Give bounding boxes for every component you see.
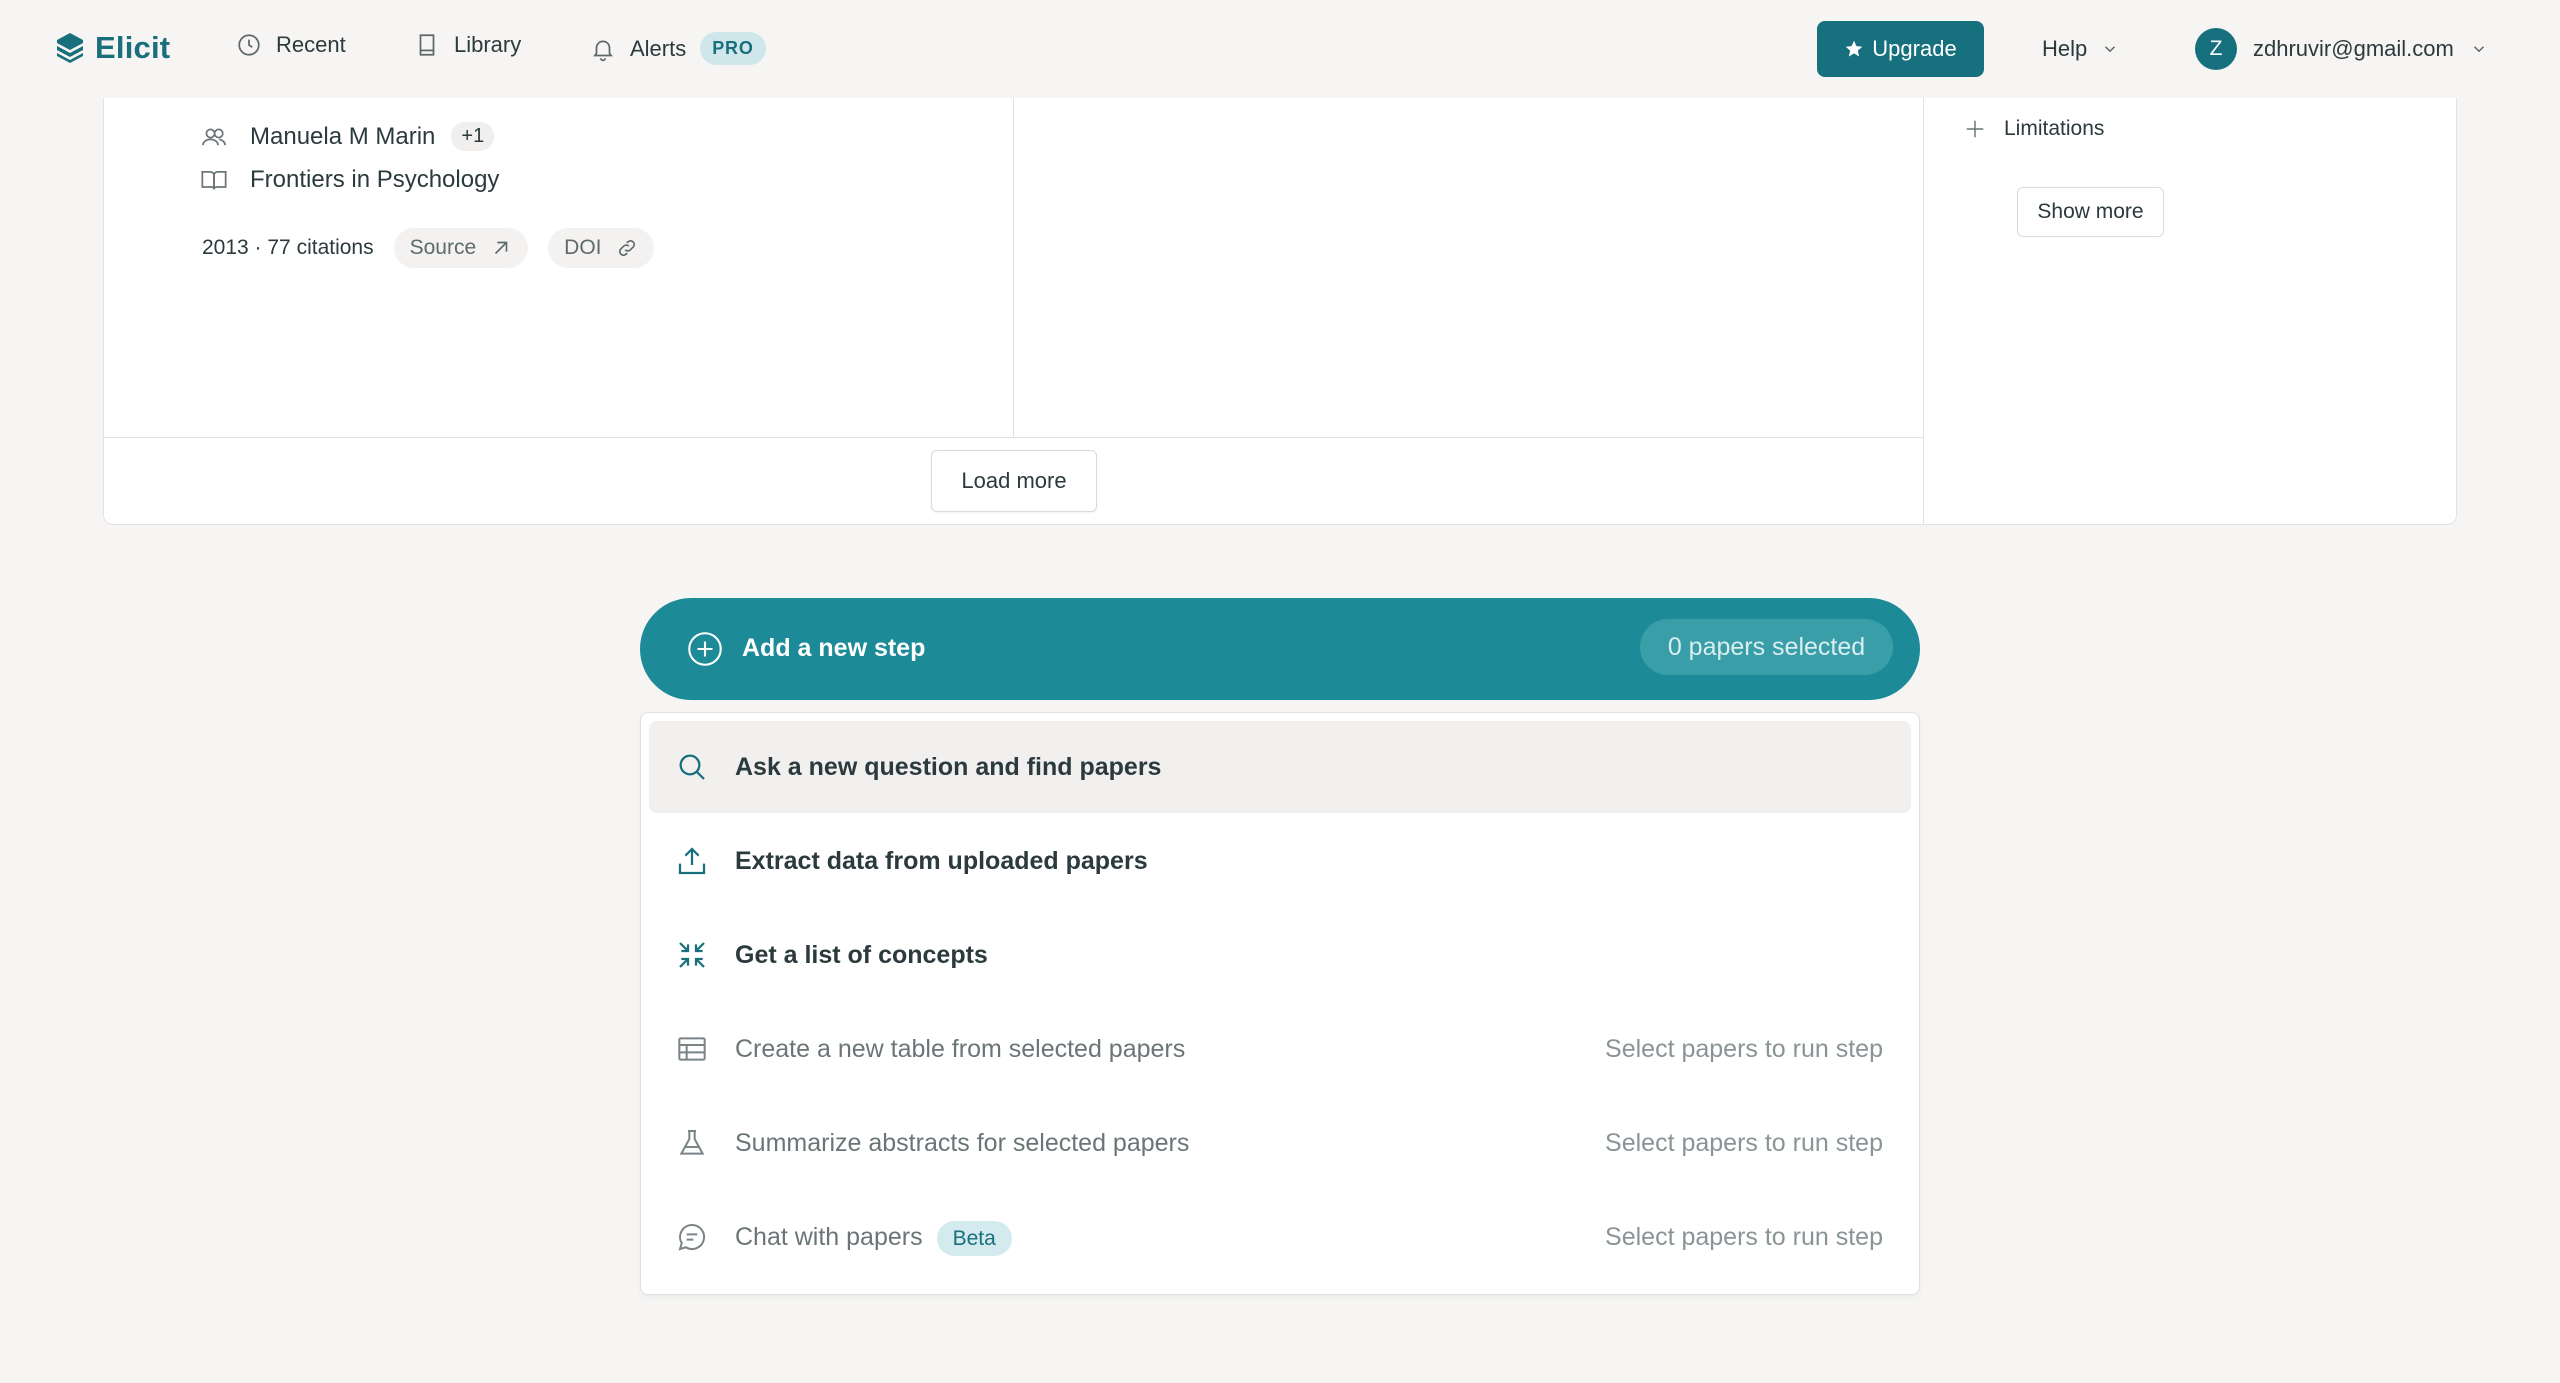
help-menu[interactable]: Help bbox=[2042, 36, 2119, 62]
chat-label: Chat with papers bbox=[735, 1222, 923, 1251]
add-step-label: Add a new step bbox=[742, 634, 926, 662]
elicit-logo[interactable]: Elicit bbox=[55, 30, 170, 66]
chevron-down-icon bbox=[2105, 46, 2116, 53]
step-menu: Ask a new question and find papers Extra… bbox=[640, 712, 1920, 1295]
menu-item-summarize[interactable]: Summarize abstracts for selected papers … bbox=[649, 1097, 1911, 1189]
avatar: Z bbox=[2195, 28, 2237, 70]
menu-item-extract-data[interactable]: Extract data from uploaded papers bbox=[649, 815, 1911, 907]
source-label: Source bbox=[409, 236, 477, 259]
elicit-logo-icon bbox=[57, 33, 83, 63]
more-authors-badge[interactable]: +1 bbox=[451, 122, 495, 151]
doi-link[interactable]: DOI bbox=[548, 228, 654, 268]
paper-authors: Manuela M Marin +1 bbox=[200, 122, 495, 151]
papers-selected-badge: 0 papers selected bbox=[1640, 619, 1893, 675]
row-divider bbox=[104, 437, 1923, 438]
author-names[interactable]: Manuela M Marin bbox=[250, 123, 435, 151]
menu-item-label: Summarize abstracts for selected papers bbox=[735, 1128, 1190, 1157]
nav-alerts[interactable]: Alerts PRO bbox=[590, 32, 766, 65]
load-more-button[interactable]: Load more bbox=[931, 450, 1097, 512]
plus-icon bbox=[1966, 120, 1984, 138]
source-link[interactable]: Source bbox=[393, 228, 529, 268]
paper-journal: Frontiers in Psychology bbox=[200, 166, 499, 194]
limitations-column-toggle[interactable]: Limitations bbox=[1964, 117, 2104, 141]
beta-badge: Beta bbox=[936, 1220, 1012, 1256]
nav-recent[interactable]: Recent bbox=[236, 32, 346, 58]
journal-name: Frontiers in Psychology bbox=[250, 166, 500, 193]
menu-item-label: Extract data from uploaded papers bbox=[735, 846, 1148, 875]
clock-icon bbox=[238, 34, 260, 56]
pro-badge: PRO bbox=[700, 32, 766, 65]
menu-item-label: Create a new table from selected papers bbox=[735, 1034, 1186, 1063]
user-menu[interactable]: Z zdhruvir@gmail.com bbox=[2195, 28, 2488, 70]
menu-item-label: Get a list of concepts bbox=[735, 940, 988, 969]
menu-item-list-concepts[interactable]: Get a list of concepts bbox=[649, 909, 1911, 1001]
top-bar: Elicit Recent Library Alerts PRO Upgrade… bbox=[0, 0, 2560, 98]
menu-item-hint: Select papers to run step bbox=[1605, 1128, 1883, 1157]
upload-icon bbox=[678, 847, 706, 875]
help-label: Help bbox=[2042, 36, 2088, 61]
book-icon bbox=[419, 34, 435, 56]
column-divider bbox=[1923, 60, 1924, 525]
menu-item-label: Ask a new question and find papers bbox=[735, 752, 1162, 781]
external-link-icon bbox=[495, 241, 508, 255]
add-step-button[interactable]: Add a new step 0 papers selected bbox=[640, 598, 1920, 700]
star-icon bbox=[1845, 40, 1863, 57]
nav-alerts-label: Alerts bbox=[630, 35, 687, 61]
flask-icon bbox=[679, 1130, 705, 1155]
upgrade-button[interactable]: Upgrade bbox=[1817, 21, 1984, 77]
menu-item-label: Chat with papers Beta bbox=[735, 1220, 1012, 1256]
plus-circle-icon bbox=[688, 632, 722, 666]
menu-item-hint: Select papers to run step bbox=[1605, 1034, 1883, 1063]
menu-item-ask-question[interactable]: Ask a new question and find papers bbox=[649, 721, 1911, 813]
brand-name: Elicit bbox=[95, 30, 171, 65]
table-icon bbox=[678, 1037, 706, 1061]
concepts-icon bbox=[679, 942, 705, 968]
chevron-down-icon bbox=[2473, 46, 2484, 53]
results-table: Manuela M Marin +1 Frontiers in Psycholo… bbox=[103, 60, 2457, 525]
nav-library[interactable]: Library bbox=[414, 32, 521, 58]
doi-label: DOI bbox=[564, 236, 602, 259]
journal-icon bbox=[201, 170, 227, 190]
link-icon bbox=[618, 239, 635, 257]
authors-icon bbox=[202, 128, 226, 145]
search-icon bbox=[679, 754, 705, 780]
menu-item-chat[interactable]: Chat with papers Beta Select papers to ru… bbox=[649, 1191, 1911, 1283]
paper-stats: 2013 · 77 citations Source DOI bbox=[202, 228, 654, 268]
menu-item-create-table[interactable]: Create a new table from selected papers … bbox=[649, 1003, 1911, 1095]
column-divider bbox=[1013, 60, 1014, 437]
user-email: zdhruvir@gmail.com bbox=[2253, 36, 2454, 61]
upgrade-label: Upgrade bbox=[1872, 36, 1957, 61]
chat-icon bbox=[678, 1223, 706, 1251]
menu-item-hint: Select papers to run step bbox=[1605, 1222, 1883, 1251]
bell-icon bbox=[593, 40, 613, 61]
nav-library-label: Library bbox=[454, 32, 522, 57]
year-citations: 2013 · 77 citations bbox=[202, 236, 374, 259]
limitations-label: Limitations bbox=[2004, 117, 2105, 140]
show-more-button[interactable]: Show more bbox=[2017, 187, 2164, 237]
nav-recent-label: Recent bbox=[276, 32, 346, 57]
